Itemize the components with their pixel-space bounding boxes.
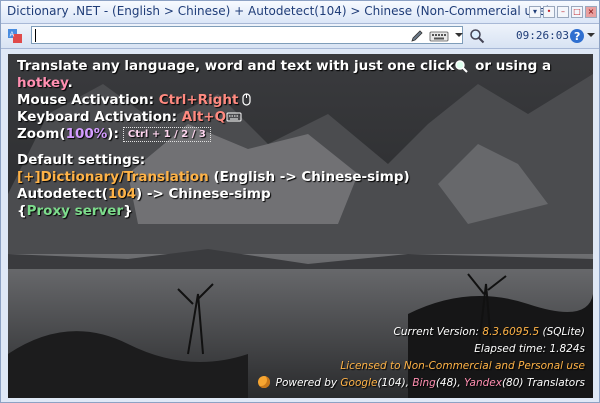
content-panel: Translate any language, word and text wi…: [8, 54, 593, 398]
search-icon[interactable]: [469, 28, 485, 44]
help-icon[interactable]: ?: [569, 28, 585, 44]
version-line: Current Version: 8.3.6095.5 (SQLite): [393, 326, 585, 338]
keyboard-activation-link[interactable]: Alt+Q: [182, 109, 226, 125]
version-link[interactable]: 8.3.6095.5: [482, 326, 539, 338]
svg-text:?: ?: [574, 30, 580, 43]
dictionary-line: [+]Dictionary/Translation (English -> Ch…: [17, 169, 410, 185]
zoom-value[interactable]: 100%: [66, 126, 108, 142]
keyboard-icon[interactable]: [429, 28, 449, 44]
mouse-icon: [242, 93, 252, 106]
hotkey-line: hotkey.: [17, 75, 73, 91]
keyboard-activation-line: Keyboard Activation: Alt+Q: [17, 109, 551, 126]
proxy-line: {Proxy server}: [17, 203, 133, 219]
window-title: Dictionary .NET - (English > Chinese) + …: [7, 4, 551, 18]
mouse-activation-link[interactable]: Ctrl+Right: [159, 92, 239, 108]
help-dropdown-icon[interactable]: [587, 33, 595, 37]
app-window: Dictionary .NET - (English > Chinese) + …: [0, 0, 600, 403]
zoom-line: Zoom(100%): Ctrl + 1 / 2 / 3: [17, 126, 551, 143]
keyboard-small-icon: [226, 112, 242, 122]
google-link[interactable]: Google: [340, 377, 377, 389]
text-caret: [35, 29, 36, 42]
close-icon[interactable]: ×: [585, 6, 597, 18]
zoom-shortcut-badge[interactable]: Ctrl + 1 / 2 / 3: [122, 126, 211, 142]
version-info: Current Version: 8.3.6095.5 (SQLite) Ela…: [257, 324, 585, 392]
powered-by-line: Powered by Google(104), Bing(48), Yandex…: [257, 375, 585, 392]
help-title-icon[interactable]: ▾: [529, 6, 541, 18]
minimize-icon[interactable]: –: [557, 6, 569, 18]
pen-icon[interactable]: [409, 28, 425, 44]
keyboard-dropdown-icon[interactable]: [455, 33, 463, 37]
bing-link[interactable]: Bing: [412, 377, 435, 389]
clock: 09:26:03: [516, 29, 569, 42]
svg-text:A: A: [10, 31, 15, 39]
license-link[interactable]: Licensed to Non-Commercial and Personal …: [258, 358, 585, 375]
elapsed-time: Elapsed time: 1.824s: [474, 343, 585, 355]
autodetect-count[interactable]: 104: [108, 186, 136, 202]
autodetect-line: Autodetect(104) -> Chinese-simp: [17, 186, 271, 202]
welcome-text: Translate any language, word and text wi…: [17, 58, 551, 220]
mouse-activation-line: Mouse Activation: Ctrl+Right: [17, 92, 551, 109]
translate-app-icon[interactable]: A: [7, 28, 23, 44]
magnifier-icon: [455, 60, 469, 73]
maximize-icon[interactable]: □: [571, 6, 583, 18]
hotkey-link[interactable]: hotkey: [17, 75, 68, 91]
yandex-link[interactable]: Yandex: [464, 377, 502, 389]
search-input[interactable]: [31, 26, 463, 44]
title-bar[interactable]: Dictionary .NET - (English > Chinese) + …: [1, 1, 599, 24]
toolbar: A 09:26:03 ?: [1, 24, 599, 49]
intro-line: Translate any language, word and text wi…: [17, 58, 552, 74]
translators-icon: [257, 376, 270, 388]
dictionary-translation-link[interactable]: [+]Dictionary/Translation: [17, 169, 209, 185]
proxy-server-link[interactable]: Proxy server: [27, 203, 124, 219]
defaults-heading: Default settings:: [17, 152, 146, 168]
pin-icon[interactable]: •: [543, 6, 555, 18]
